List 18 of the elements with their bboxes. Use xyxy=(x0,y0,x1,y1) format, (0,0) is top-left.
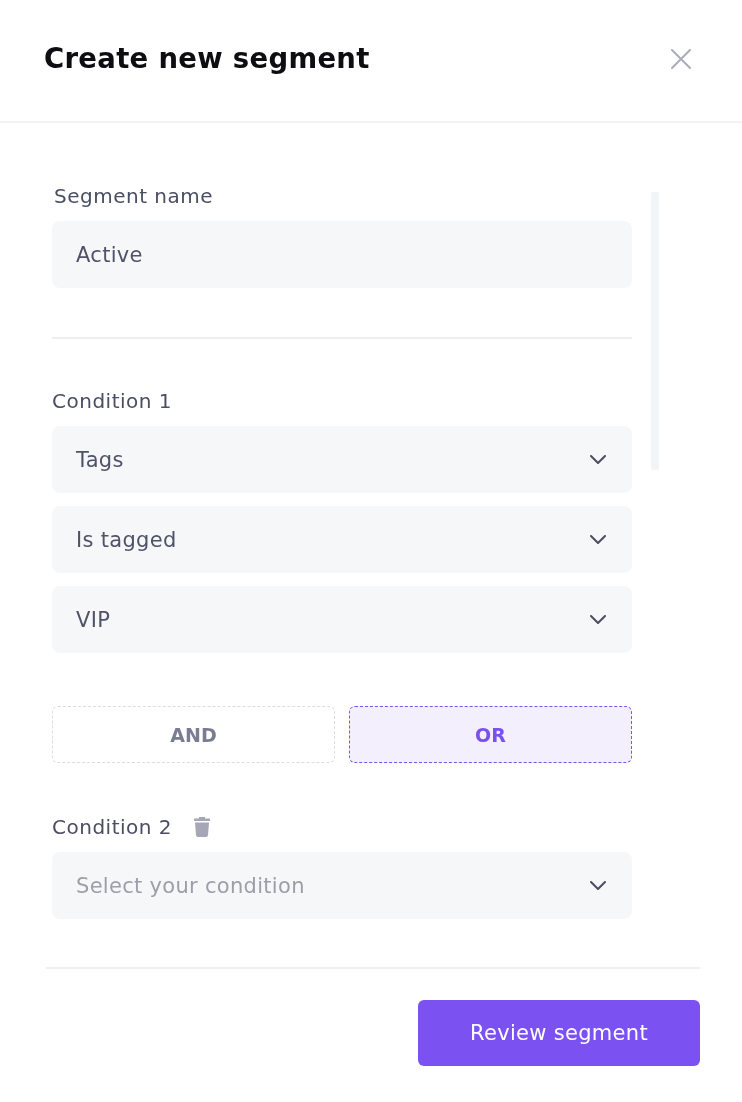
operator-toggle[interactable]: AND xyxy=(52,706,335,763)
review-segment-button[interactable]: Review segment xyxy=(418,1000,700,1066)
select-field[interactable]: Is tagged xyxy=(52,506,632,573)
condition-label: Condition 2 xyxy=(52,815,173,839)
select-field[interactable]: Tags xyxy=(52,426,632,493)
chevron-down-icon xyxy=(590,455,606,464)
close-button[interactable] xyxy=(670,48,692,70)
select-field[interactable]: VIP xyxy=(52,586,632,653)
operator-toggle[interactable]: OR xyxy=(349,706,632,763)
chevron-down-icon xyxy=(590,535,606,544)
close-icon xyxy=(670,48,692,70)
text-input-field[interactable]: Active xyxy=(52,221,632,288)
chevron-down-icon xyxy=(590,881,606,890)
trash-icon[interactable] xyxy=(194,817,211,837)
condition-label: Condition 1 xyxy=(52,389,173,413)
dialog-title: Create new segment xyxy=(44,41,370,76)
field-label: Segment name xyxy=(53,184,214,208)
chevron-down-icon xyxy=(590,615,606,624)
